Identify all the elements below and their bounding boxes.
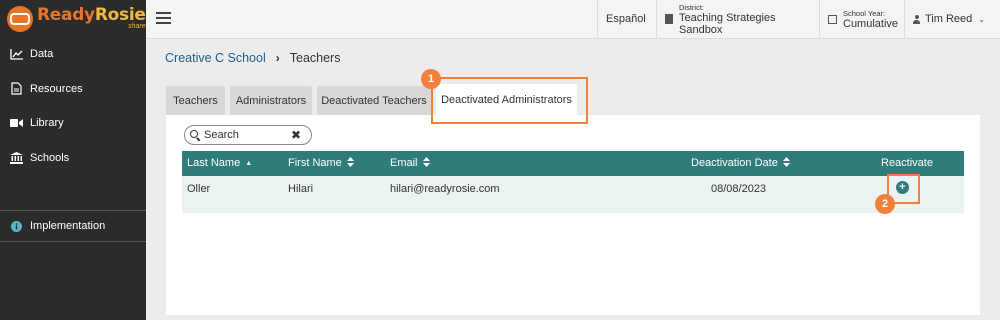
breadcrumb-school-link[interactable]: Creative C School [165,51,266,65]
column-header-first-name[interactable]: First Name [288,157,354,169]
sidebar-item-label: Schools [30,151,70,164]
building-columns-icon [9,151,23,165]
breadcrumb-separator: › [275,51,280,65]
logo-text-rosie: Rosie [94,5,146,25]
sidebar-item-library[interactable]: Library [0,106,146,141]
building-icon [665,14,673,24]
logo-mark-icon [7,5,33,32]
district-label: District: [679,2,704,12]
sidebar-item-label: Data [30,48,54,61]
logo[interactable]: ReadyRosie share [0,0,146,37]
column-header-email[interactable]: Email [390,157,430,169]
sort-icon [422,157,430,169]
user-name: Tim Reed [925,13,973,25]
sidebar-item-label: Library [30,117,64,130]
sidebar-item-schools[interactable]: Schools [0,141,146,176]
tab-teachers[interactable]: Teachers [166,86,225,115]
calendar-icon [828,14,837,24]
info-circle-icon [9,219,23,233]
district-value: Teaching Strategies Sandbox [679,11,776,36]
step-badge-2: 2 [875,194,895,214]
content-panel [166,115,980,315]
hamburger-menu-icon[interactable] [156,12,171,24]
sidebar-item-implementation[interactable]: Implementation [0,211,146,241]
sort-icon [782,157,790,169]
sidebar-item-label: Implementation [30,220,106,232]
sidebar-nav: Data Resources Library Schools Implement… [0,37,146,242]
top-bar: Español District: Teaching Strategies Sa… [146,0,1000,39]
school-year-selector[interactable]: School Year: Cumulative [819,0,904,38]
user-menu[interactable]: Tim Reed ⌄ [904,0,1000,38]
chart-line-icon [9,47,23,61]
column-header-reactivate: Reactivate [881,157,933,169]
language-label: Español [606,13,646,25]
sidebar-item-resources[interactable]: Resources [0,72,146,107]
sort-icon [346,157,354,169]
chevron-down-icon: ⌄ [978,14,985,24]
sidebar-item-label: Resources [30,82,83,95]
tab-deactivated-teachers[interactable]: Deactivated Teachers [317,86,431,115]
cell-deactivation-date: 08/08/2023 [711,183,767,195]
clear-search-icon[interactable]: ✖ [291,128,301,142]
search-input[interactable] [204,129,288,141]
sort-asc-icon: ▲ [245,159,253,167]
sidebar: ReadyRosie share Data Resources Library [0,0,146,320]
language-switch[interactable]: Español [597,0,656,38]
user-icon [913,14,920,24]
column-header-last-name[interactable]: Last Name ▲ [187,157,252,169]
search-icon [190,130,200,140]
cell-first-name: Hilari [288,183,314,195]
video-camera-icon [9,116,23,130]
breadcrumb: Creative C School › Teachers [165,51,340,65]
sidebar-divider [0,241,146,242]
cell-last-name: Oller [187,183,211,195]
document-icon [9,82,23,96]
logo-text-ready: Ready [37,5,95,25]
table-row: Oller Hilari hilari@readyrosie.com 08/08… [182,176,964,213]
step-badge-1: 1 [421,69,441,89]
highlight-box-step-1 [431,77,588,124]
district-selector[interactable]: District: Teaching Strategies Sandbox [656,0,819,38]
cell-email: hilari@readyrosie.com [390,183,500,195]
search-box[interactable]: ✖ [184,125,312,145]
school-year-label: School Year: [843,8,886,18]
table-header: Last Name ▲ First Name Email Deactivatio… [182,151,964,176]
sidebar-item-data[interactable]: Data [0,37,146,72]
breadcrumb-current: Teachers [289,51,341,65]
tab-administrators[interactable]: Administrators [230,86,312,115]
school-year-value: Cumulative [843,17,899,30]
column-header-deactivation-date[interactable]: Deactivation Date [691,157,790,169]
